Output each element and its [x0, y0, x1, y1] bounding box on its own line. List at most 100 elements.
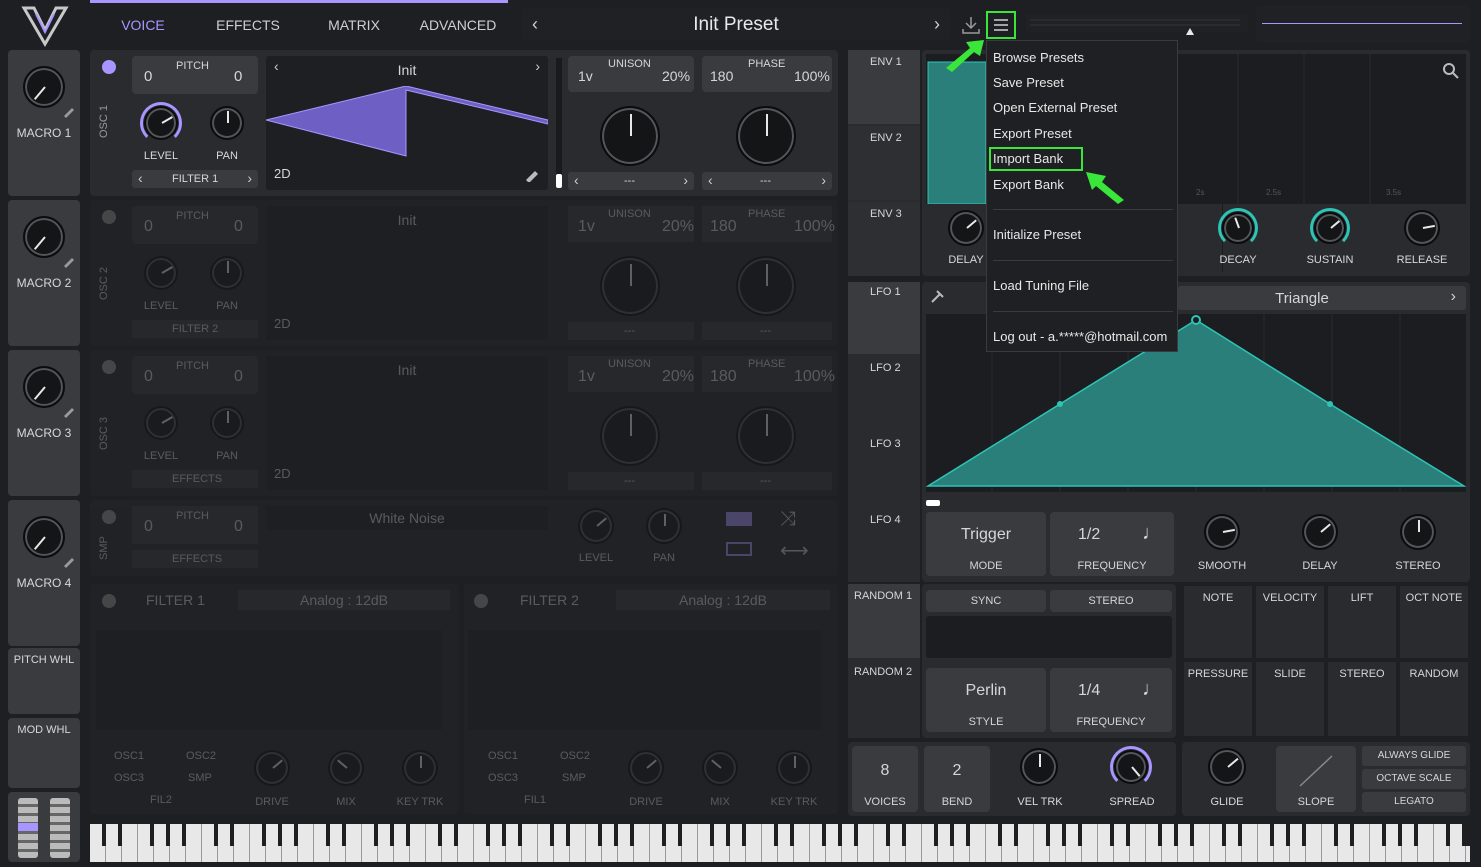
piano-white-key[interactable] [410, 824, 426, 862]
osc-1-level-knob[interactable] [144, 106, 178, 140]
mod-wheel-source[interactable]: MOD WHL [8, 718, 80, 788]
macro-1[interactable]: MACRO 1 [8, 50, 80, 196]
osc-1-phase[interactable]: 180 PHASE 100% [702, 56, 832, 92]
sample-keytrack-icon[interactable] [726, 512, 752, 526]
filter-2-src-osc3[interactable]: OSC3 [488, 772, 518, 784]
osc-2-filter-select[interactable]: FILTER 2 [132, 320, 258, 338]
piano-white-key[interactable] [634, 824, 650, 862]
filter-2-src-smp[interactable]: SMP [562, 772, 586, 784]
osc-3-wavetable[interactable]: Init 2D [266, 356, 548, 490]
menu-open-external-preset[interactable]: Open External Preset [993, 100, 1117, 115]
mod-source-random[interactable]: RANDOM [1400, 662, 1468, 736]
osc-1-wavetable[interactable]: ‹ Init › 2D [266, 56, 548, 190]
edit-wavetable-icon[interactable] [524, 166, 540, 182]
mod-source-note[interactable]: NOTE [1184, 586, 1252, 658]
filter-2-src-fil1[interactable]: FIL1 [524, 794, 546, 806]
always-glide-toggle[interactable]: ALWAYS GLIDE [1362, 746, 1466, 766]
tab-env-1[interactable]: ENV 1 [848, 50, 920, 124]
osc-3-level-knob[interactable] [144, 406, 178, 440]
edit-pencil-icon[interactable] [62, 404, 76, 418]
edit-pencil-icon[interactable] [62, 554, 76, 568]
menu-save-preset[interactable]: Save Preset [993, 75, 1064, 90]
preset-name[interactable]: Init Preset [522, 14, 950, 36]
osc-2-unison[interactable]: 1v UNISON 20% [568, 206, 694, 242]
lfo-mode[interactable]: Trigger MODE [926, 512, 1046, 576]
piano-white-key[interactable] [858, 824, 874, 862]
osc-2-level-knob[interactable] [144, 256, 178, 290]
mod-source-oct-note[interactable]: OCT NOTE [1400, 586, 1468, 658]
tab-lfo-2[interactable]: LFO 2 [848, 358, 920, 430]
filter-2-model[interactable]: Analog : 12dB [616, 590, 830, 610]
filter-1-toggle[interactable] [102, 594, 116, 608]
osc-3-toggle[interactable] [102, 360, 116, 374]
tab-lfo-3[interactable]: LFO 3 [848, 434, 920, 506]
filter-2-drive-knob[interactable] [628, 750, 664, 786]
piano-white-key[interactable] [122, 824, 138, 862]
lfo-pin-icon[interactable] [928, 288, 946, 306]
mod-source-velocity[interactable]: VELOCITY [1256, 586, 1324, 658]
piano-white-key[interactable] [1306, 824, 1322, 862]
tab-random-1[interactable]: RANDOM 1 [848, 584, 920, 658]
sample-name[interactable]: White Noise [266, 506, 548, 530]
spread-knob[interactable] [1114, 750, 1148, 784]
tempo-note-icon[interactable]: ♩ [1142, 522, 1162, 545]
filter-1-model[interactable]: Analog : 12dB [238, 590, 450, 610]
filter-1-src-osc2[interactable]: OSC2 [186, 750, 216, 762]
osc-2-pitch[interactable]: 0 PITCH 0 [132, 206, 258, 244]
macro-3-knob[interactable] [23, 366, 65, 408]
piano-white-key[interactable] [970, 824, 986, 862]
filter-1-mix-knob[interactable] [328, 750, 364, 786]
osc-2-wavetable[interactable]: Init 2D [266, 206, 548, 340]
sample-bounce-icon[interactable]: ⟷ [780, 538, 809, 563]
piano-white-key[interactable] [522, 824, 538, 862]
osc-2-unison-knob[interactable] [600, 256, 660, 316]
glide-knob[interactable] [1208, 748, 1246, 786]
sample-pan-knob[interactable] [646, 508, 682, 544]
osc-1-filter-select[interactable]: ‹ FILTER 1 › [132, 170, 258, 188]
macro-2[interactable]: MACRO 2 [8, 200, 80, 346]
piano-white-key[interactable] [1194, 824, 1210, 862]
piano-white-key[interactable] [234, 824, 250, 862]
filter-1-src-osc3[interactable]: OSC3 [114, 772, 144, 784]
vel-trk-knob[interactable] [1020, 748, 1058, 786]
tab-advanced[interactable]: ADVANCED [412, 0, 504, 46]
osc-3-unison[interactable]: 1v UNISON 20% [568, 356, 694, 392]
volume-meter[interactable] [1026, 14, 1248, 35]
macro-3[interactable]: MACRO 3 [8, 350, 80, 496]
osc-2-phase-select[interactable]: --- [702, 322, 832, 340]
osc-3-phase-select[interactable]: --- [702, 472, 832, 490]
filter-1-keytrk-knob[interactable] [402, 750, 438, 786]
env-sustain-knob[interactable] [1314, 212, 1346, 244]
piano-white-key[interactable] [906, 824, 922, 862]
macro-1-knob[interactable] [23, 66, 65, 108]
osc-2-pan-knob[interactable] [210, 256, 244, 290]
menu-initialize-preset[interactable]: Initialize Preset [993, 227, 1081, 242]
tab-lfo-4[interactable]: LFO 4 [848, 510, 920, 582]
piano-white-key[interactable] [794, 824, 810, 862]
filter-1-src-fil2[interactable]: FIL2 [150, 794, 172, 806]
lfo-delay-knob[interactable] [1302, 514, 1338, 550]
osc-1-unison-knob[interactable] [600, 106, 660, 166]
mod-source-pressure[interactable]: PRESSURE [1184, 662, 1252, 736]
tab-matrix[interactable]: MATRIX [310, 0, 398, 46]
osc-3-phase[interactable]: 180 PHASE 100% [702, 356, 835, 392]
tab-voice[interactable]: VOICE [100, 0, 186, 46]
random-graph[interactable] [926, 616, 1172, 658]
osc-2-toggle[interactable] [102, 210, 116, 224]
piano-white-key[interactable] [1130, 824, 1146, 862]
tempo-note-icon[interactable]: ♩ [1142, 678, 1162, 701]
tab-env-3[interactable]: ENV 3 [848, 202, 920, 276]
edit-pencil-icon[interactable] [62, 104, 76, 118]
voices-count[interactable]: 8 VOICES [852, 746, 918, 812]
osc-1-pitch[interactable]: 0 PITCH 0 [132, 56, 258, 94]
macro-4[interactable]: MACRO 4 [8, 500, 80, 646]
next-preset-icon[interactable]: › [934, 14, 940, 35]
pitch-wheel-source[interactable]: PITCH WHL [8, 648, 80, 714]
piano-white-key[interactable] [186, 824, 202, 862]
piano-white-key[interactable] [1418, 824, 1434, 862]
menu-import-bank[interactable]: Import Bank [993, 151, 1063, 166]
mod-source-stereo[interactable]: STEREO [1328, 662, 1396, 736]
filter-1-response[interactable] [96, 630, 442, 730]
sample-pitch[interactable]: 0 PITCH 0 [132, 506, 258, 544]
filter-2-src-osc1[interactable]: OSC1 [488, 750, 518, 762]
